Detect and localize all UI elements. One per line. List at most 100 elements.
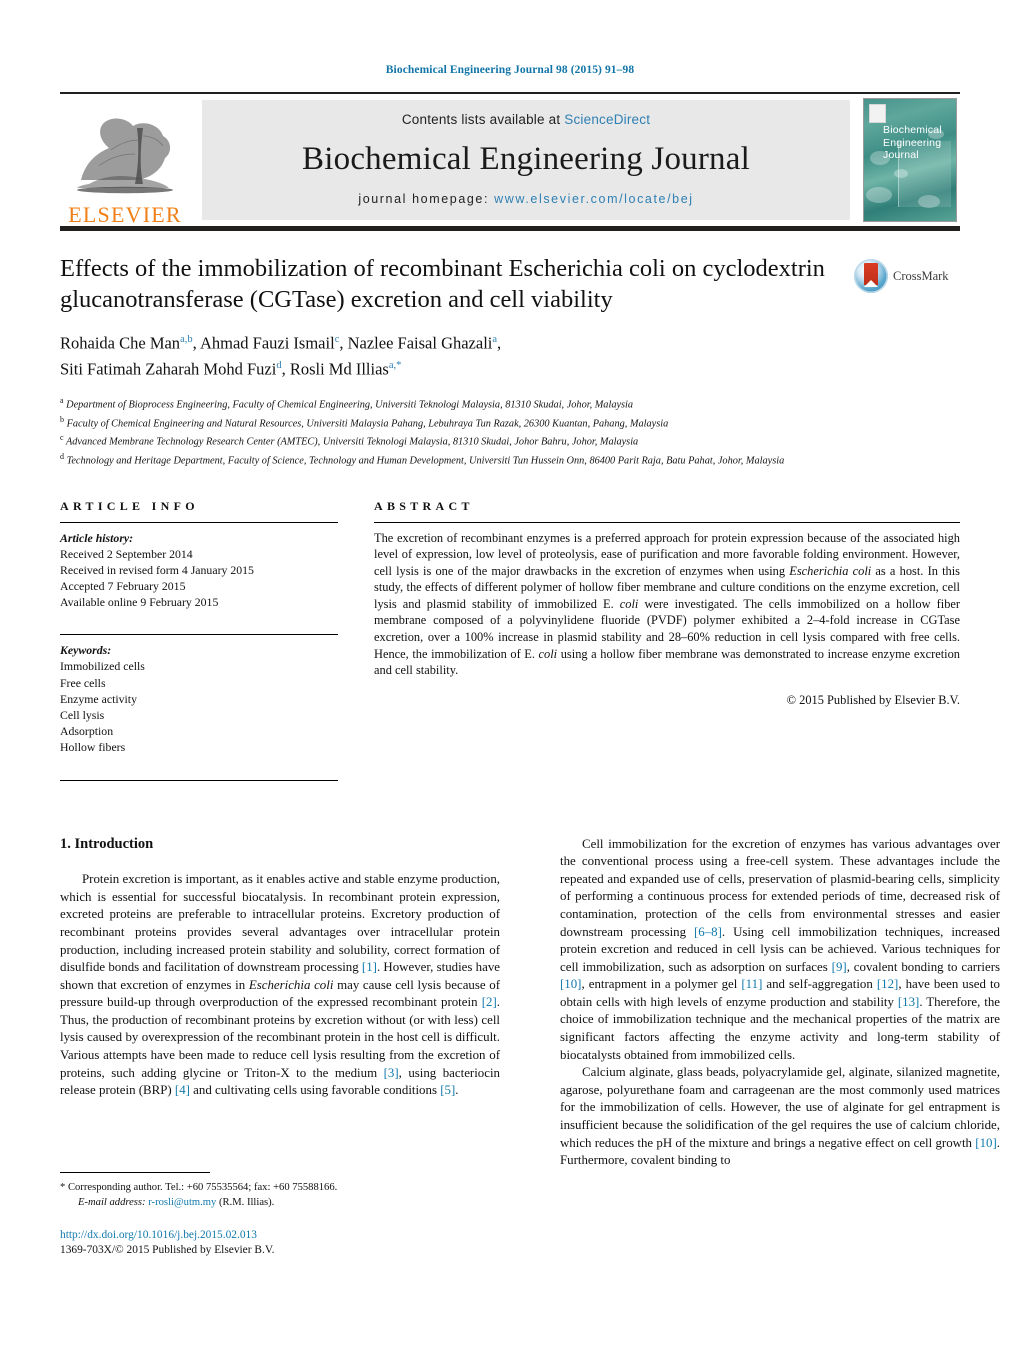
journal-masthead: ELSEVIER Contents lists available at Sci… <box>60 92 960 226</box>
sciencedirect-link[interactable]: ScienceDirect <box>564 112 650 127</box>
citation-ref[interactable]: [3] <box>384 1066 399 1080</box>
text-run: , covalent bonding to carriers <box>846 959 1001 974</box>
affiliation-text: Department of Bioprocess Engineering, Fa… <box>66 399 634 411</box>
article-history-label: Article history: <box>60 530 134 545</box>
page-title: Effects of the immobilization of recombi… <box>60 255 825 313</box>
journal-cover-thumbnail: Biochemical Engineering Journal <box>863 98 957 222</box>
divider <box>374 521 960 523</box>
citation-ref[interactable]: [9] <box>832 960 847 974</box>
body-column-right: Cell immobilization for the excretion of… <box>560 836 1000 1170</box>
doi-link[interactable]: http://dx.doi.org/10.1016/j.bej.2015.02.… <box>60 1228 500 1243</box>
crossmark-label: CrossMark <box>893 268 949 283</box>
citation-ref[interactable]: [6–8] <box>694 925 722 939</box>
citation-ref[interactable]: [5] <box>440 1083 455 1097</box>
homepage-url-link[interactable]: www.elsevier.com/locate/bej <box>494 192 694 206</box>
author-sep-3: , <box>497 333 502 353</box>
citation-ref[interactable]: [13] <box>898 995 919 1009</box>
citation-ref[interactable]: [10] <box>975 1136 996 1150</box>
issn-copyright: 1369-703X/© 2015 Published by Elsevier B… <box>60 1244 275 1256</box>
divider <box>60 521 338 523</box>
abstract-italic: coli <box>619 596 639 611</box>
author-sep-4: , Rosli Md Illias <box>281 359 389 378</box>
divider <box>60 779 338 781</box>
affiliation-item: c Advanced Membrane Technology Research … <box>60 431 960 450</box>
keyword-item: Free cells <box>60 675 106 690</box>
history-item: Received 2 September 2014 <box>60 546 193 561</box>
author-4: Siti Fatimah Zaharah Mohd Fuzi <box>60 359 277 378</box>
affiliation-item: a Department of Bioprocess Engineering, … <box>60 394 960 413</box>
text-run: and self-aggregation <box>762 977 877 992</box>
author-1-affil[interactable]: a,b <box>180 334 193 345</box>
email-link[interactable]: r-rosli@utm.my <box>148 1197 216 1208</box>
text-run: Cell immobilization for the excretion of… <box>560 836 1000 939</box>
affiliation-text: Faculty of Chemical Engineering and Natu… <box>66 418 669 430</box>
abstract-copyright: © 2015 Published by Elsevier B.V. <box>786 692 960 707</box>
affiliation-marker: b <box>60 414 64 424</box>
body-columns: 1. Introduction Protein excretion is imp… <box>60 836 1000 1170</box>
footnote-rule <box>60 1172 210 1173</box>
email-label: E-mail address: <box>78 1196 146 1208</box>
abstract-italic: Escherichia coli <box>789 563 872 578</box>
keyword-item: Cell lysis <box>60 707 105 722</box>
contents-line: Contents lists available at ScienceDirec… <box>402 112 650 127</box>
text-run: Protein excretion is important, as it en… <box>60 872 500 975</box>
history-item: Available online 9 February 2015 <box>60 595 219 610</box>
affiliation-marker: c <box>60 433 64 443</box>
abstract-heading: ABSTRACT <box>374 498 474 513</box>
keyword-item: Adsorption <box>60 724 114 739</box>
keyword-item: Enzyme activity <box>60 691 137 706</box>
citation-ref[interactable]: [2] <box>482 995 497 1009</box>
affiliation-list: a Department of Bioprocess Engineering, … <box>60 394 960 469</box>
contents-prefix: Contents lists available at <box>401 112 565 127</box>
section-title-introduction: 1. Introduction <box>60 835 154 852</box>
title-area: Effects of the immobilization of recombi… <box>60 253 960 380</box>
body-column-left: 1. Introduction Protein excretion is imp… <box>60 836 500 1170</box>
keyword-item: Hollow fibers <box>60 740 126 755</box>
history-item: Received in revised form 4 January 2015 <box>60 562 254 577</box>
masthead-bottom-rule <box>60 226 960 231</box>
paragraph: Cell immobilization for the excretion of… <box>560 836 1000 1065</box>
text-run: . <box>455 1083 459 1098</box>
email-note: E-mail address: r-rosli@utm.my (R.M. Ill… <box>60 1196 500 1211</box>
corresponding-author-note: * Corresponding author. Tel.: +60 755355… <box>60 1182 338 1193</box>
abstract-column: ABSTRACT The excretion of recombinant en… <box>358 499 960 788</box>
footnote-block: * Corresponding author. Tel.: +60 755355… <box>60 1172 500 1210</box>
affiliation-marker: a <box>60 396 64 405</box>
elsevier-tree-icon <box>69 110 181 202</box>
citation-ref[interactable]: [11] <box>741 977 762 991</box>
history-item: Accepted 7 February 2015 <box>60 578 186 593</box>
journal-title: Biochemical Engineering Journal <box>302 141 750 177</box>
citation-ref[interactable]: [12] <box>877 977 898 991</box>
cover-title: Biochemical Engineering Journal <box>883 124 942 161</box>
divider <box>60 634 338 636</box>
text-run: Calcium alginate, glass beads, polyacryl… <box>560 1065 1000 1150</box>
author-1: Rohaida Che Man <box>60 333 181 353</box>
running-head: Biochemical Engineering Journal 98 (2015… <box>385 64 635 76</box>
citation-ref[interactable]: [1] <box>362 960 377 974</box>
article-info-column: ARTICLE INFO Article history: Received 2… <box>60 499 358 788</box>
text-run: , entrapment in a polymer gel <box>581 977 742 992</box>
citation-ref[interactable]: [4] <box>175 1083 190 1097</box>
affiliation-item: b Faculty of Chemical Engineering and Na… <box>60 413 960 432</box>
article-page: Biochemical Engineering Journal 98 (2015… <box>0 0 1020 1351</box>
affiliation-marker: d <box>60 451 64 461</box>
author-sep-2: , Nazlee Faisal Ghazali <box>339 333 493 353</box>
doi-block: http://dx.doi.org/10.1016/j.bej.2015.02.… <box>60 1228 500 1258</box>
author-5-affil[interactable]: a,* <box>389 360 402 371</box>
abstract-body: The excretion of recombinant enzymes is … <box>374 530 960 679</box>
paragraph: Protein excretion is important, as it en… <box>60 871 500 1100</box>
email-owner: (R.M. Illias). <box>219 1196 275 1208</box>
journal-cover: Biochemical Engineering Journal <box>860 94 960 226</box>
author-sep-1: , Ahmad Fauzi Ismail <box>192 333 335 353</box>
crossmark-icon <box>854 259 888 293</box>
citation-ref[interactable]: [10] <box>560 977 581 991</box>
crossmark-badge[interactable]: CrossMark <box>854 259 960 293</box>
abstract-italic: coli <box>538 646 558 661</box>
author-list: Rohaida Che Mana,b, Ahmad Fauzi Ismailc,… <box>60 329 840 380</box>
info-abstract-row: ARTICLE INFO Article history: Received 2… <box>60 499 960 788</box>
keywords-label: Keywords: <box>60 643 112 658</box>
keyword-item: Immobilized cells <box>60 659 145 674</box>
elsevier-wordmark: ELSEVIER <box>68 202 182 227</box>
paragraph: Calcium alginate, glass beads, polyacryl… <box>560 1064 1000 1170</box>
article-info-heading: ARTICLE INFO <box>60 498 199 513</box>
